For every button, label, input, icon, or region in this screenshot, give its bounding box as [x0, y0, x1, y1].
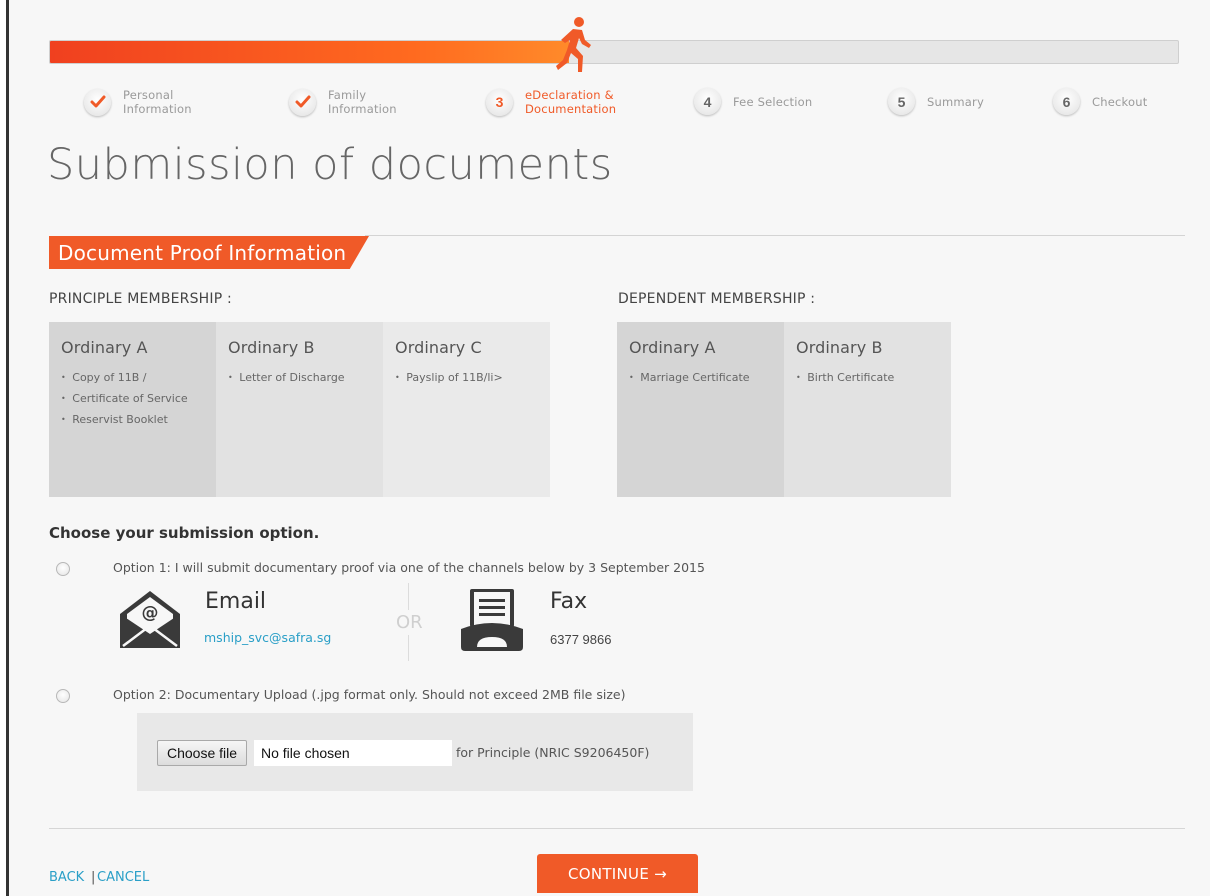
window-edge [0, 0, 9, 896]
step-number: 3 [486, 88, 513, 116]
card-title: Ordinary A [629, 338, 716, 357]
step-label: Summary [927, 94, 984, 109]
continue-button[interactable]: CONTINUE → [537, 854, 698, 893]
fax-title: Fax [550, 589, 588, 614]
card-title: Ordinary B [796, 338, 883, 357]
submission-option-title: Choose your submission option. [49, 524, 320, 542]
email-title: Email [205, 589, 267, 614]
progress-bar [49, 40, 1179, 64]
step-summary: 5 Summary [888, 88, 984, 115]
step-label: Checkout [1092, 94, 1148, 109]
option-1-label: Option 1: I will submit documentary proo… [113, 560, 705, 575]
dependent-membership-heading: DEPENDENT MEMBERSHIP : [618, 291, 816, 307]
footer-divider [49, 828, 1185, 829]
step-number: 6 [1053, 88, 1080, 115]
section-title: Document Proof Information [49, 236, 369, 269]
step-label: Family Information [328, 88, 397, 116]
document-item: Certificate of Service [61, 392, 204, 406]
principle-card-ordinary-c: Ordinary C Payslip of 11B/li> [383, 322, 550, 497]
step-fee-selection: 4 Fee Selection [694, 88, 812, 115]
file-status: No file chosen [254, 740, 452, 766]
principle-card-ordinary-b: Ordinary B Letter of Discharge [216, 322, 383, 497]
step-personal-information: Personal Information [84, 88, 203, 116]
principle-cards: Ordinary A Copy of 11B / Certificate of … [49, 322, 550, 497]
section-divider [365, 235, 1185, 236]
step-number: 5 [888, 88, 915, 115]
step-label: Personal Information [123, 88, 192, 116]
document-item: Marriage Certificate [629, 371, 772, 385]
check-icon [84, 88, 111, 116]
step-family-information: Family Information [289, 88, 408, 116]
principle-membership-heading: PRINCIPLE MEMBERSHIP : [49, 291, 232, 307]
page-title: Submission of documents [47, 140, 613, 190]
option-2-label: Option 2: Documentary Upload (.jpg forma… [113, 687, 626, 702]
card-title: Ordinary C [395, 338, 482, 357]
dependent-cards: Ordinary A Marriage Certificate Ordinary… [617, 322, 951, 497]
upload-for-label: for Principle (NRIC S9206450F) [456, 745, 650, 760]
card-title: Ordinary B [228, 338, 315, 357]
back-link[interactable]: BACK [49, 870, 84, 885]
svg-text:@: @ [142, 603, 159, 623]
step-edeclaration: 3 eDeclaration & Documentation [486, 88, 625, 116]
check-icon [289, 88, 316, 116]
choose-file-button[interactable]: Choose file [157, 740, 248, 766]
option-2-radio[interactable] [56, 689, 70, 703]
step-checkout: 6 Checkout [1053, 88, 1147, 115]
principle-card-ordinary-a: Ordinary A Copy of 11B / Certificate of … [49, 322, 216, 497]
cancel-link[interactable]: CANCEL [97, 870, 149, 885]
or-text: OR [396, 610, 423, 635]
checkout-steps: Personal Information Family Information … [80, 88, 1180, 122]
document-item: Copy of 11B / [61, 371, 204, 385]
step-label: Fee Selection [733, 94, 813, 109]
dependent-card-ordinary-a: Ordinary A Marriage Certificate [617, 322, 784, 497]
link-separator: | [91, 870, 96, 885]
progress-fill [50, 41, 569, 63]
fax-number: 6377 9866 [550, 632, 612, 647]
step-number: 4 [694, 88, 721, 115]
step-label: eDeclaration & Documentation [525, 88, 617, 116]
email-link[interactable]: mship_svc@safra.sg [204, 630, 331, 645]
document-item: Payslip of 11B/li> [395, 371, 538, 385]
fax-icon [461, 589, 523, 651]
envelope-icon: @ [120, 591, 180, 648]
runner-icon [556, 17, 591, 72]
document-item: Reservist Booklet [61, 413, 204, 427]
card-title: Ordinary A [61, 338, 148, 357]
option-1-radio[interactable] [56, 562, 70, 576]
dependent-card-ordinary-b: Ordinary B Birth Certificate [784, 322, 951, 497]
document-item: Birth Certificate [796, 371, 939, 385]
document-item: Letter of Discharge [228, 371, 371, 385]
